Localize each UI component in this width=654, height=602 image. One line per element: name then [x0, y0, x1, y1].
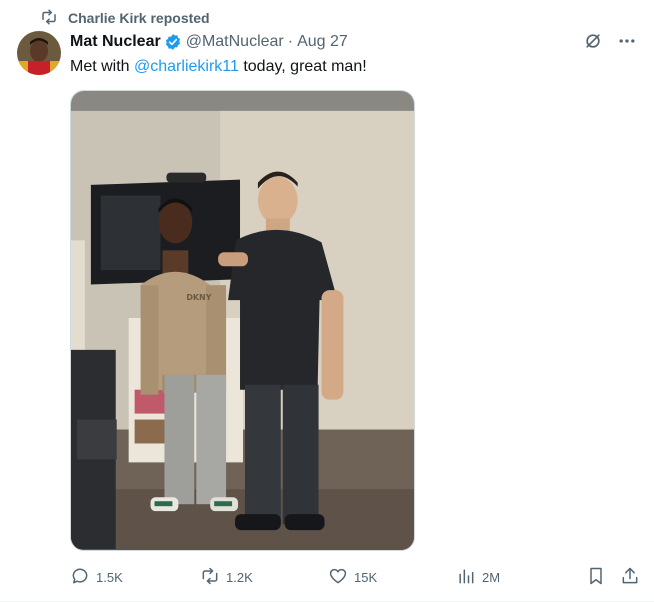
verified-badge-icon — [164, 33, 182, 51]
tweet-text-before: Met with — [70, 58, 135, 75]
tweet-photo[interactable]: DKNY — [70, 90, 415, 551]
tweet-text: Met with @charliekirk11 today, great man… — [70, 56, 367, 78]
share-button[interactable] — [620, 566, 640, 589]
post-date[interactable]: Aug 27 — [297, 33, 348, 51]
grok-icon[interactable] — [582, 30, 604, 52]
sweatshirt-logo: DKNY — [186, 293, 211, 302]
like-button[interactable]: 15K — [328, 566, 377, 589]
repost-count: 1.2K — [226, 570, 253, 585]
reply-icon — [70, 566, 90, 589]
tweet-actions: 1.5K 1.2K 15K 2M — [70, 563, 640, 589]
repost-indicator[interactable]: Charlie Kirk reposted — [40, 8, 210, 28]
author-handle[interactable]: @MatNuclear — [186, 33, 284, 51]
top-actions — [582, 30, 638, 52]
author-name[interactable]: Mat Nuclear — [70, 33, 161, 51]
views-icon — [456, 566, 476, 589]
repost-label: Charlie Kirk reposted — [68, 10, 210, 26]
avatar[interactable] — [17, 31, 61, 75]
like-count: 15K — [354, 570, 378, 585]
repost-button[interactable]: 1.2K — [200, 566, 253, 589]
views-count: 2M — [482, 570, 501, 585]
repost-icon — [200, 566, 220, 589]
mention-link[interactable]: @charliekirk11 — [134, 58, 239, 75]
reply-count: 1.5K — [96, 570, 123, 585]
tweet-header: Mat Nuclear @MatNuclear · Aug 27 — [70, 31, 348, 53]
separator-dot: · — [287, 33, 294, 50]
bookmark-icon — [586, 566, 606, 589]
repost-icon — [40, 8, 58, 29]
views-button[interactable]: 2M — [456, 566, 500, 589]
tweet-text-after: today, great man! — [238, 58, 367, 75]
bookmark-button[interactable] — [586, 566, 606, 589]
share-icon — [620, 566, 640, 589]
like-icon — [328, 566, 348, 589]
reply-button[interactable]: 1.5K — [70, 566, 123, 589]
more-icon[interactable] — [616, 30, 638, 52]
